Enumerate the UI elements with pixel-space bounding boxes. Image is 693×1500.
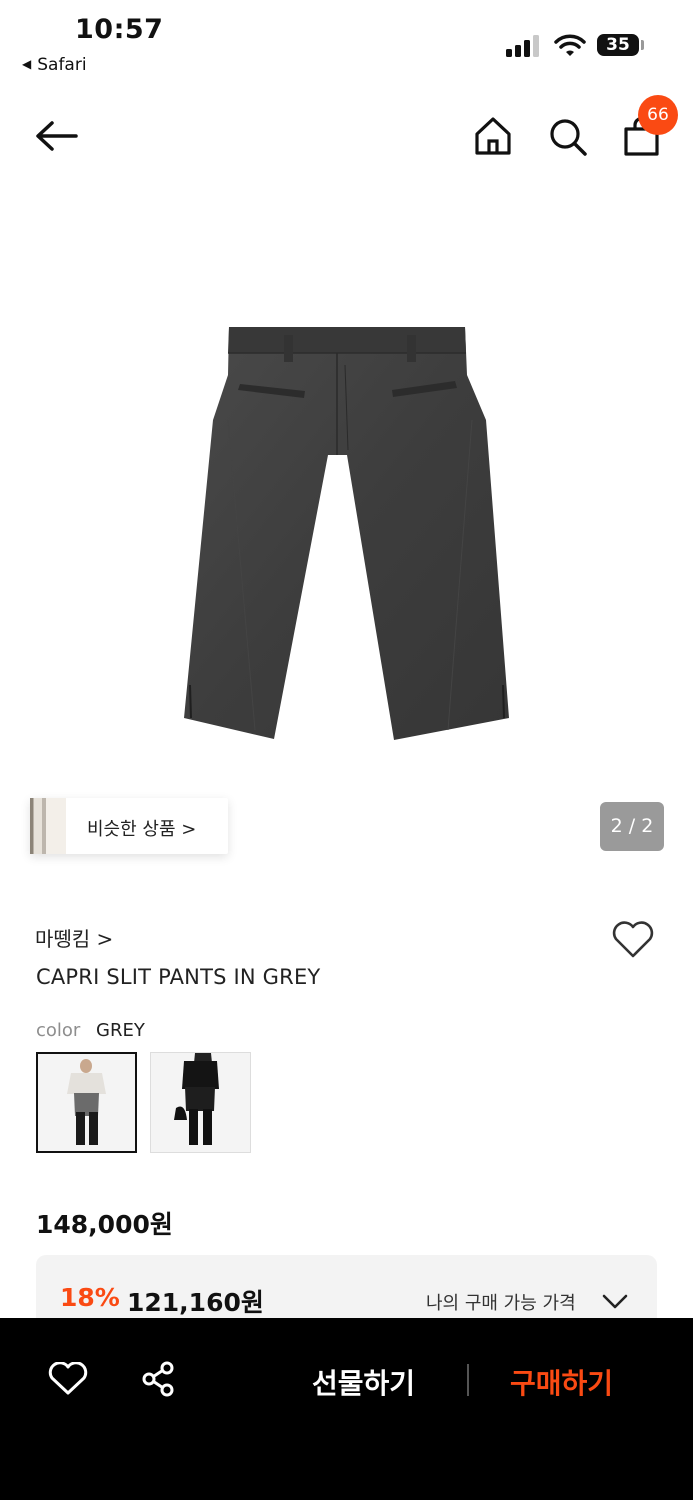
product-image[interactable]: [0, 170, 693, 890]
home-icon[interactable]: [474, 116, 512, 156]
search-icon[interactable]: [548, 117, 588, 157]
share-icon[interactable]: [140, 1360, 178, 1398]
similar-product-thumbnail: [30, 798, 66, 854]
back-arrow-icon[interactable]: [34, 118, 80, 154]
chevron-down-icon[interactable]: [602, 1293, 628, 1311]
similar-products-label: 비슷한 상품 >: [87, 819, 197, 840]
discount-rate: 18%: [60, 1283, 120, 1312]
image-page-counter: 2 / 2: [600, 802, 664, 851]
black-outfit-thumbnail: [151, 1053, 250, 1152]
status-time: 10:57: [75, 14, 164, 45]
back-to-app-link[interactable]: ◀ Safari: [22, 55, 87, 75]
heart-icon[interactable]: [611, 921, 655, 959]
gift-button[interactable]: 선물하기: [312, 1362, 415, 1402]
original-price: 148,000원: [36, 1210, 173, 1239]
similar-products-button[interactable]: 비슷한 상품 >: [30, 798, 228, 854]
cart-count-badge: 66: [638, 95, 678, 135]
brand-link[interactable]: 마뗑킴 >: [35, 923, 113, 952]
discount-price: 121,160원: [127, 1288, 264, 1317]
battery-indicator: 35: [597, 34, 639, 56]
bottom-action-bar: 선물하기 구매하기: [0, 1318, 693, 1500]
wifi-icon: [554, 34, 586, 56]
buy-button[interactable]: 구매하기: [510, 1362, 613, 1402]
button-divider: [467, 1364, 469, 1396]
color-value: GREY: [96, 1020, 145, 1041]
color-swatch-black[interactable]: [150, 1052, 251, 1153]
product-title: CAPRI SLIT PANTS IN GREY: [36, 965, 321, 989]
wishlist-heart-icon[interactable]: [48, 1362, 88, 1396]
signal-icon: [506, 35, 539, 57]
grey-outfit-thumbnail: [38, 1054, 135, 1151]
color-swatch-grey[interactable]: [36, 1052, 137, 1153]
back-app-label: Safari: [37, 55, 87, 75]
back-triangle-icon: ◀: [22, 57, 32, 71]
color-label: color: [36, 1020, 81, 1041]
my-available-price-label: 나의 구매 가능 가격: [426, 1293, 576, 1314]
battery-cap: [641, 40, 644, 50]
